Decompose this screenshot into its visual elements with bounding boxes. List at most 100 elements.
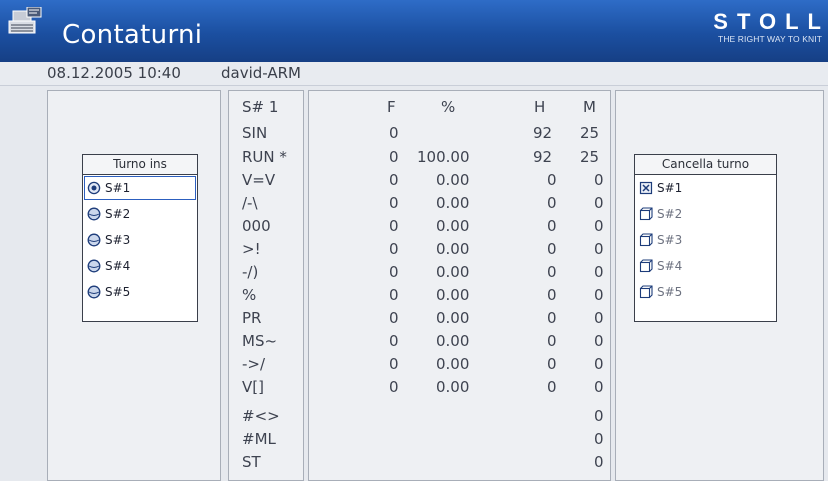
cell-h: 92 [533,124,553,142]
checkbox-empty-icon [639,233,653,247]
row-label-sin: SIN [242,124,268,142]
cell-m: 0 [594,263,604,281]
cell-h: 0 [547,355,557,373]
cell-m: 0 [594,430,604,448]
turno-ins-item-s1[interactable]: S#1 [83,175,197,201]
cancella-turno-label: S#3 [657,233,683,247]
turno-ins-item-s2[interactable]: S#2 [83,201,197,227]
cell-h: 92 [533,148,553,166]
cell-h: 0 [547,217,557,235]
counter-values-table: F % H M 0 92 25 0 100.00 92 25 0 0.00 0 … [308,90,611,481]
cell-h: 0 [547,332,557,350]
cancella-turno-item-s3[interactable]: S#3 [635,227,776,253]
brand-logo: STOLL THE RIGHT WAY TO KNIT [713,9,822,44]
row-label-gt: >! [242,240,261,258]
cell-f: 0 [389,332,399,350]
row-label-paren: -/) [242,263,259,281]
cancella-turno-label: S#2 [657,207,683,221]
cell-f: 0 [389,194,399,212]
col-header-m: M [583,98,596,116]
row-label-v-bracket: V[] [242,378,264,396]
checkbox-empty-icon [639,207,653,221]
shift-radio-selected-icon [87,181,101,195]
shift-drum-icon [87,207,101,221]
row-label-run: RUN * [242,148,287,166]
cell-h: 0 [547,240,557,258]
cell-m: 0 [594,355,604,373]
cell-f: 0 [389,378,399,396]
cell-pct: 0.00 [436,355,470,373]
brand-name: STOLL [713,9,828,34]
status-bar: 08.12.2005 10:40 david-ARM [0,62,828,86]
cancella-turno-label: S#5 [657,285,683,299]
col-header-pct: % [441,98,456,116]
cell-m: 0 [594,240,604,258]
cell-h: 0 [547,286,557,304]
cell-pct: 0.00 [436,309,470,327]
shift-drum-icon [87,233,101,247]
cell-f: 0 [389,148,399,166]
turno-ins-list: Turno ins S#1 S#2 S#3 S#4 S#5 [82,154,198,322]
brand-slogan: THE RIGHT WAY TO KNIT [718,34,822,44]
cell-f: 0 [389,217,399,235]
cancella-turno-item-s2[interactable]: S#2 [635,201,776,227]
cancella-turno-item-s1[interactable]: S#1 [635,175,776,201]
turno-ins-item-s3[interactable]: S#3 [83,227,197,253]
cell-pct: 100.00 [417,148,470,166]
cell-pct: 0.00 [436,240,470,258]
cell-m: 0 [594,309,604,327]
cell-m: 0 [594,378,604,396]
app-title: Contaturni [62,20,203,50]
row-label-arrow: ->/ [242,355,266,373]
cell-pct: 0.00 [436,194,470,212]
cell-m: 0 [594,194,604,212]
cancella-turno-item-s4[interactable]: S#4 [635,253,776,279]
user-name: david-ARM [221,64,301,82]
turno-ins-item-s4[interactable]: S#4 [83,253,197,279]
row-label-pr: PR [242,309,262,327]
turno-ins-label: S#1 [105,181,131,195]
cancella-turno-list: Cancella turno S#1 S#2 S#3 S#4 S#5 [634,154,777,322]
turno-ins-panel: Turno ins S#1 S#2 S#3 S#4 S#5 [47,90,221,481]
knitting-machine-icon [8,7,42,34]
cell-pct: 0.00 [436,263,470,281]
row-label-v-v: V=V [242,171,276,189]
cell-m: 0 [594,286,604,304]
cell-f: 0 [389,286,399,304]
cell-m: 0 [594,217,604,235]
turno-ins-item-s5[interactable]: S#5 [83,279,197,305]
counter-labels-panel: S# 1 SIN RUN * V=V /-\ 000 >! -/) % PR M… [228,90,304,481]
cell-pct: 0.00 [436,171,470,189]
turno-ins-label: S#3 [105,233,131,247]
cell-h: 0 [547,263,557,281]
row-label-hash-ml: #ML [242,430,276,448]
cell-h: 0 [547,171,557,189]
cell-f: 0 [389,263,399,281]
cell-m: 0 [594,453,604,471]
col-header-f: F [387,98,396,116]
cell-m: 25 [580,148,600,166]
row-label-pct: % [242,286,257,304]
row-label-ms: MS~ [242,332,278,350]
turno-ins-label: S#2 [105,207,131,221]
cell-f: 0 [389,240,399,258]
turno-ins-title: Turno ins [83,155,197,175]
cancella-turno-label: S#1 [657,181,683,195]
cell-h: 0 [547,309,557,327]
cancella-turno-title: Cancella turno [635,155,776,175]
turno-ins-label: S#5 [105,285,131,299]
cell-f: 0 [389,355,399,373]
cell-f: 0 [389,309,399,327]
cancella-turno-item-s5[interactable]: S#5 [635,279,776,305]
cell-f: 0 [389,171,399,189]
cell-h: 0 [547,378,557,396]
checkbox-empty-icon [639,259,653,273]
cell-pct: 0.00 [436,378,470,396]
col-header-h: H [534,98,546,116]
cell-m: 0 [594,407,604,425]
shift-drum-icon [87,259,101,273]
shift-drum-icon [87,285,101,299]
cancella-turno-panel: Cancella turno S#1 S#2 S#3 S#4 S#5 [615,90,824,481]
checkbox-checked-icon [639,181,653,195]
turno-ins-label: S#4 [105,259,131,273]
